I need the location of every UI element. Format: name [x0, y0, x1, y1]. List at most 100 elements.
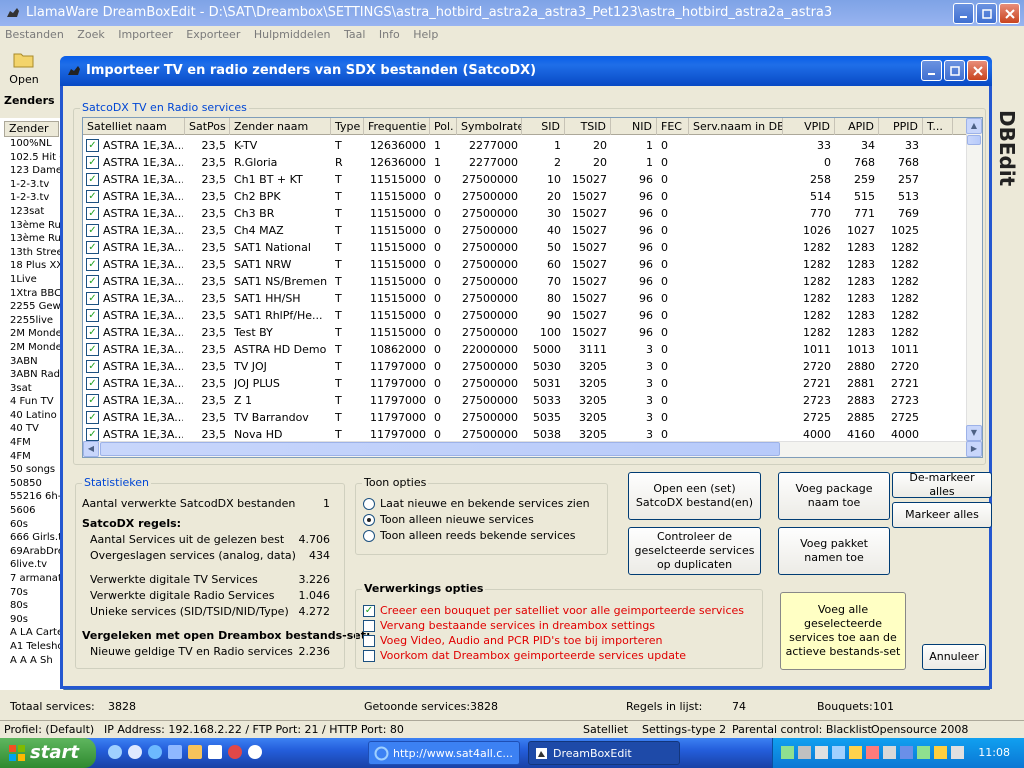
column-header-satpos[interactable]: SatPos: [185, 118, 230, 135]
tray-icon[interactable]: [917, 746, 930, 759]
channel-list-item[interactable]: 666 Girls.tv: [0, 531, 63, 545]
row-checkbox[interactable]: ✓: [86, 224, 99, 237]
channel-column-header[interactable]: Zender: [4, 121, 59, 137]
scroll-up-arrow-icon[interactable]: ▲: [966, 118, 982, 134]
channel-list-item[interactable]: 3sat: [0, 382, 63, 396]
taskbar-task-dreamboxedit[interactable]: DreamBoxEdit: [528, 741, 680, 765]
row-checkbox[interactable]: ✓: [86, 139, 99, 152]
channel-list-item[interactable]: 1-2-3.tv: [0, 178, 63, 192]
replace-services-checkbox[interactable]: [363, 620, 375, 632]
menu-exporteer[interactable]: Exporteer: [186, 28, 240, 41]
scroll-right-arrow-icon[interactable]: ▶: [966, 441, 982, 457]
column-header-type[interactable]: Type: [331, 118, 364, 135]
menu-importeer[interactable]: Importeer: [118, 28, 173, 41]
channel-list-item[interactable]: 1Xtra BBC: [0, 287, 63, 301]
row-checkbox[interactable]: ✓: [86, 156, 99, 169]
channel-list-item[interactable]: 50850: [0, 477, 63, 491]
bouquet-per-satellite-checkbox[interactable]: ✓: [363, 605, 375, 617]
table-row[interactable]: ✓ ASTRA 1E,3A... 23,5 SAT1 HH/SH T 11515000 0 2…: [83, 290, 965, 307]
channel-list-item[interactable]: 13th Street: [0, 246, 63, 260]
channel-list-item[interactable]: 102.5 Hit C: [0, 151, 63, 165]
check-duplicates-button[interactable]: Controleer de geselcteerde services op d…: [628, 527, 761, 575]
row-checkbox[interactable]: ✓: [86, 428, 99, 441]
start-button[interactable]: start: [0, 738, 96, 768]
row-checkbox[interactable]: ✓: [86, 258, 99, 271]
mark-all-button[interactable]: Markeer alles: [892, 502, 992, 528]
quicklaunch-icon[interactable]: [128, 745, 142, 759]
menu-hulpmiddelen[interactable]: Hulpmiddelen: [254, 28, 331, 41]
vertical-scroll-thumb[interactable]: [967, 135, 981, 145]
table-row[interactable]: ✓ ASTRA 1E,3A... 23,5 ASTRA HD Demo T 1086200…: [83, 341, 965, 358]
table-row[interactable]: ✓ ASTRA 1E,3A... 23,5 Test BY T 11515000 0 2750…: [83, 324, 965, 341]
row-checkbox[interactable]: ✓: [86, 377, 99, 390]
menu-info[interactable]: Info: [379, 28, 400, 41]
channel-list-item[interactable]: 3ABN Rad: [0, 368, 63, 382]
column-header-frequency[interactable]: Frequentie: [364, 118, 430, 135]
quicklaunch-icon[interactable]: [208, 745, 222, 759]
row-checkbox[interactable]: ✓: [86, 173, 99, 186]
dialog-maximize-button[interactable]: [944, 60, 965, 81]
tray-icon[interactable]: [866, 746, 879, 759]
row-checkbox[interactable]: ✓: [86, 309, 99, 322]
menu-bestanden[interactable]: Bestanden: [5, 28, 64, 41]
row-checkbox[interactable]: ✓: [86, 190, 99, 203]
column-header-fec[interactable]: FEC: [657, 118, 689, 135]
replace-services-label[interactable]: Vervang bestaande services in dreambox s…: [380, 619, 655, 632]
table-row[interactable]: ✓ ASTRA 1E,3A... 23,5 SAT1 National T 1151500…: [83, 239, 965, 256]
maximize-button[interactable]: [976, 3, 997, 24]
channel-list-item[interactable]: 6live.tv: [0, 558, 63, 572]
channel-list-item[interactable]: 1-2-3.tv: [0, 191, 63, 205]
table-row[interactable]: ✓ ASTRA 1E,3A... 23,5 TV JOJ T 11797000 0 27500…: [83, 358, 965, 375]
table-row[interactable]: ✓ ASTRA 1E,3A... 23,5 SAT1 NS/Bremen T 115150…: [83, 273, 965, 290]
open-button[interactable]: Open: [6, 48, 42, 88]
quicklaunch-icon[interactable]: [188, 745, 202, 759]
close-button[interactable]: [999, 3, 1020, 24]
menu-zoek[interactable]: Zoek: [77, 28, 104, 41]
view-known-label[interactable]: Toon alleen reeds bekende services: [380, 529, 576, 542]
cancel-button[interactable]: Annuleer: [922, 644, 986, 670]
column-header-tsid[interactable]: TSID: [565, 118, 611, 135]
view-new-label[interactable]: Toon alleen nieuwe services: [380, 513, 534, 526]
channel-list-item[interactable]: 90s: [0, 613, 63, 627]
tray-icon[interactable]: [832, 746, 845, 759]
minimize-button[interactable]: [953, 3, 974, 24]
tray-icon[interactable]: [781, 746, 794, 759]
scroll-left-arrow-icon[interactable]: ◀: [83, 441, 99, 457]
channel-list-item[interactable]: 60s: [0, 518, 63, 532]
row-checkbox[interactable]: ✓: [86, 343, 99, 356]
view-all-radio[interactable]: [363, 498, 375, 510]
open-sdx-button[interactable]: Open een (set) SatcoDX bestand(en): [628, 472, 761, 520]
column-header-apid[interactable]: APID: [835, 118, 879, 135]
channel-list-item[interactable]: 1Live: [0, 273, 63, 287]
channel-list-item[interactable]: A LA Carte: [0, 626, 63, 640]
prevent-update-label[interactable]: Voorkom dat Dreambox geimporteerde servi…: [380, 649, 686, 662]
tray-icon[interactable]: [849, 746, 862, 759]
horizontal-scroll-thumb[interactable]: [100, 442, 780, 456]
quicklaunch-icon[interactable]: [228, 745, 242, 759]
channel-list-item[interactable]: 13ème Ru: [0, 219, 63, 233]
column-header-db-service-name[interactable]: Serv.naam in DB: [689, 118, 783, 135]
row-checkbox[interactable]: ✓: [86, 360, 99, 373]
table-row[interactable]: ✓ ASTRA 1E,3A... 23,5 SAT1 RhlPf/He... T 1151…: [83, 307, 965, 324]
quicklaunch-icon[interactable]: [148, 745, 162, 759]
tray-icon[interactable]: [798, 746, 811, 759]
quicklaunch-icon[interactable]: [168, 745, 182, 759]
row-checkbox[interactable]: ✓: [86, 394, 99, 407]
view-known-radio[interactable]: [363, 530, 375, 542]
table-row[interactable]: ✓ ASTRA 1E,3A... 23,5 Ch1 BT + KT T 11515000 0…: [83, 171, 965, 188]
channel-list-item[interactable]: 13ème Rue: [0, 232, 63, 246]
table-row[interactable]: ✓ ASTRA 1E,3A... 23,5 Ch4 MAZ T 11515000 0 2750…: [83, 222, 965, 239]
channel-list-item[interactable]: 2M Monde: [0, 341, 63, 355]
channel-list-item[interactable]: 123 Damer: [0, 164, 63, 178]
channel-list-item[interactable]: 4 Fun TV: [0, 395, 63, 409]
table-row[interactable]: ✓ ASTRA 1E,3A... 23,5 K-TV T 12636000 1 2277000…: [83, 137, 965, 154]
row-checkbox[interactable]: ✓: [86, 411, 99, 424]
tray-icon[interactable]: [883, 746, 896, 759]
column-header-symbolrate[interactable]: Symbolrate: [457, 118, 522, 135]
add-package-name-button[interactable]: Voeg package naam toe: [778, 472, 890, 520]
channel-list-item[interactable]: A A A Sh: [0, 654, 63, 668]
dialog-close-button[interactable]: [967, 60, 988, 81]
column-header-channel-name[interactable]: Zender naam: [230, 118, 331, 135]
horizontal-scrollbar[interactable]: ◀ ▶: [83, 441, 982, 457]
row-checkbox[interactable]: ✓: [86, 292, 99, 305]
